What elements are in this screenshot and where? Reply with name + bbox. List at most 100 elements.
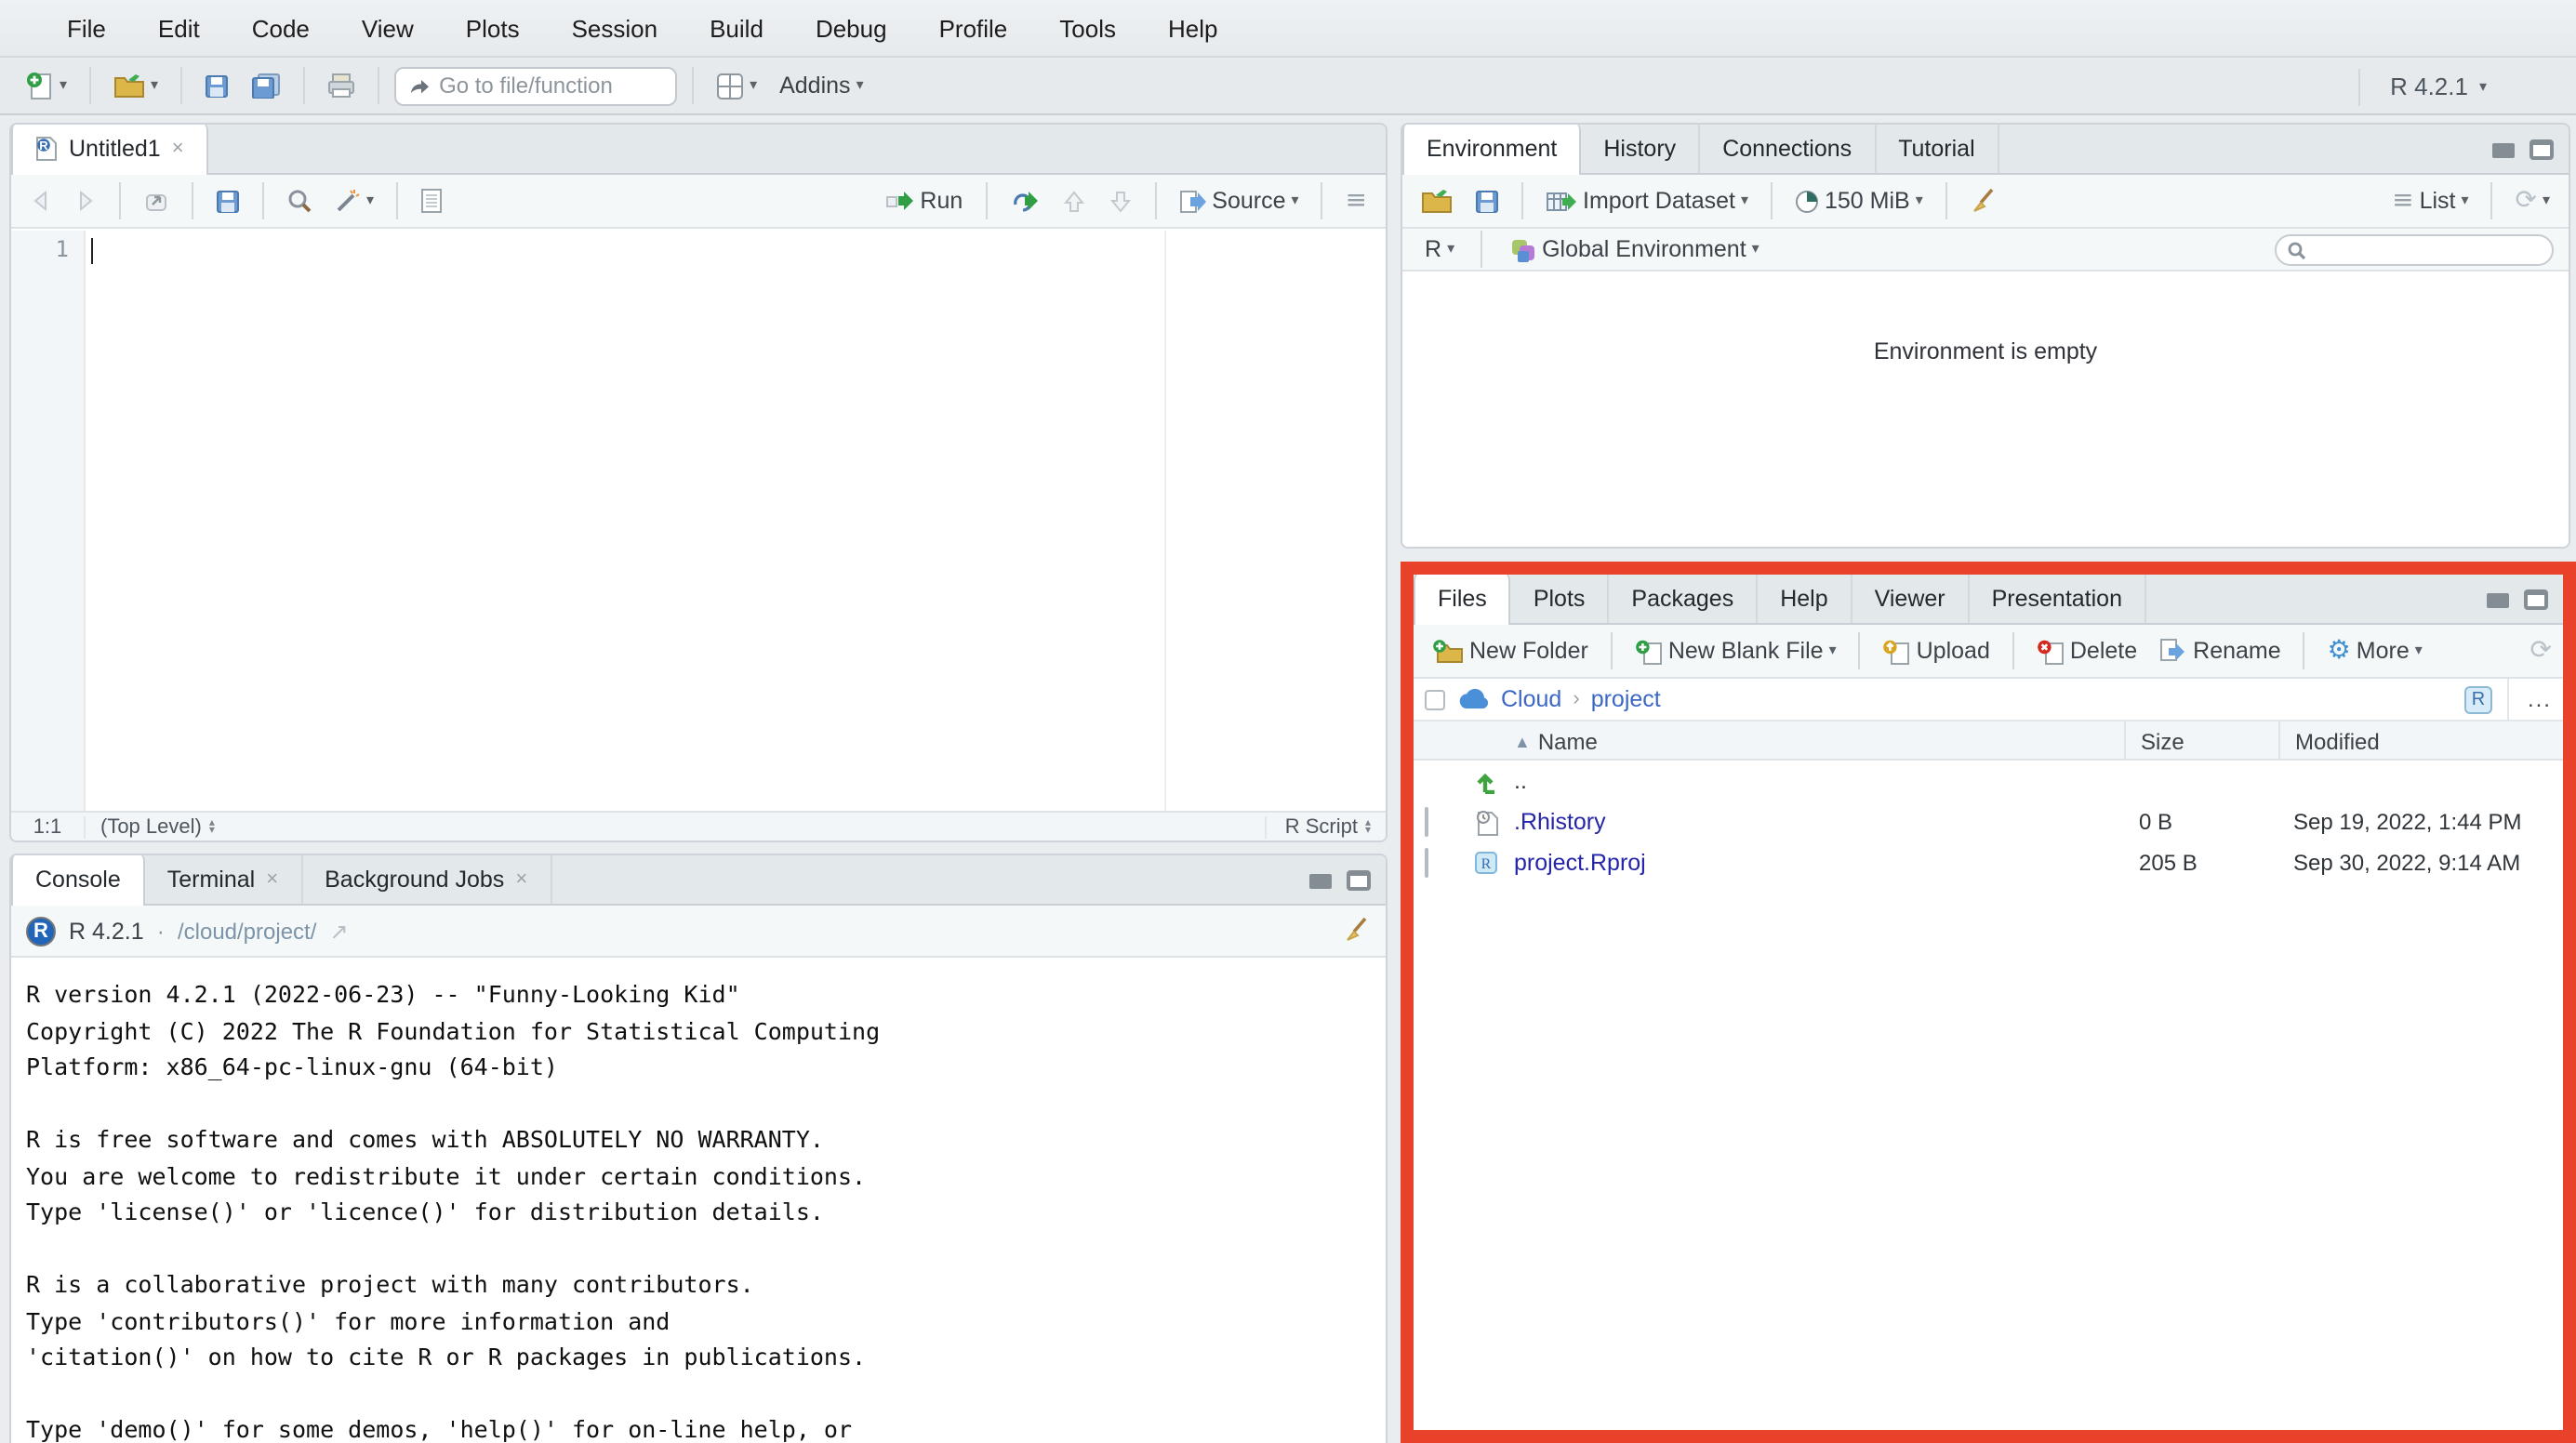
goto-file-search[interactable] — [394, 66, 678, 105]
save-all-button[interactable] — [244, 69, 288, 102]
code-area[interactable] — [86, 231, 1386, 811]
minimize-pane-icon[interactable] — [2492, 148, 2515, 157]
line-number: 1 — [55, 236, 69, 262]
console-output[interactable]: R version 4.2.1 (2022-06-23) -- "Funny-L… — [11, 958, 1386, 1443]
more-button[interactable]: ⚙ More ▾ — [2320, 634, 2430, 668]
language-selector[interactable]: R ▾ — [1417, 232, 1462, 266]
file-row-parent[interactable]: .. — [1414, 761, 2563, 801]
open-file-button[interactable]: ▾ — [106, 69, 166, 102]
menu-view[interactable]: View — [336, 0, 440, 57]
file-link[interactable]: project.Rproj — [1514, 850, 1646, 876]
refresh-environment-button[interactable]: ⟳ ▾ — [2508, 184, 2558, 218]
rerun-button[interactable] — [1002, 186, 1046, 216]
tab-plots[interactable]: Plots — [1511, 575, 1610, 623]
maximize-pane-icon[interactable] — [2524, 589, 2548, 610]
tab-background-jobs[interactable]: Background Jobs × — [302, 855, 552, 904]
new-file-button[interactable]: ▾ — [19, 67, 74, 104]
goto-file-input[interactable] — [439, 73, 644, 99]
tab-files[interactable]: Files — [1414, 575, 1511, 625]
document-outline-button[interactable]: ≡ — [1338, 184, 1374, 218]
rename-button[interactable]: Rename — [2152, 634, 2289, 668]
file-checkbox[interactable] — [1425, 848, 1428, 878]
memory-usage-button[interactable]: 150 MiB ▾ — [1787, 184, 1931, 218]
file-row-rproj[interactable]: R project.Rproj 205 B Sep 30, 2022, 9:14… — [1414, 842, 2563, 883]
menu-build[interactable]: Build — [684, 0, 790, 57]
back-button[interactable] — [22, 186, 60, 216]
file-link[interactable]: .Rhistory — [1514, 809, 1606, 835]
maximize-pane-icon[interactable] — [1347, 870, 1371, 891]
tab-tutorial[interactable]: Tutorial — [1876, 125, 1999, 173]
tab-connections[interactable]: Connections — [1700, 125, 1877, 173]
tab-history[interactable]: History — [1581, 125, 1701, 173]
more-columns-button[interactable]: ... — [2506, 678, 2552, 721]
load-workspace-button[interactable] — [1414, 184, 1460, 218]
code-editor[interactable]: 1 — [11, 231, 1386, 811]
tab-console[interactable]: Console — [11, 855, 145, 906]
source-button[interactable]: Source ▾ — [1171, 184, 1306, 218]
menu-edit[interactable]: Edit — [132, 0, 226, 57]
new-blank-file-button[interactable]: New Blank File ▾ — [1627, 633, 1844, 669]
run-button[interactable]: Run — [877, 184, 970, 218]
tab-viewer[interactable]: Viewer — [1852, 575, 1970, 623]
next-section-button[interactable] — [1100, 185, 1139, 217]
refresh-icon[interactable]: ⟳ — [2530, 638, 2552, 664]
close-icon[interactable]: × — [172, 138, 184, 160]
menu-help[interactable]: Help — [1142, 0, 1244, 57]
delete-button[interactable]: Delete — [2029, 633, 2144, 669]
breadcrumb-root[interactable]: Cloud — [1501, 686, 1561, 712]
r-version-selector[interactable]: R 4.2.1 ▾ — [2358, 58, 2487, 115]
file-type-selector[interactable]: R Script ▴ ▾ — [1264, 815, 1386, 838]
menu-profile[interactable]: Profile — [913, 0, 1034, 57]
tab-help[interactable]: Help — [1758, 575, 1852, 623]
clear-console-icon[interactable] — [1343, 917, 1371, 945]
compile-report-button[interactable] — [413, 184, 450, 218]
new-folder-button[interactable]: New Folder — [1425, 634, 1596, 668]
tab-presentation[interactable]: Presentation — [1970, 575, 2146, 623]
open-directory-icon[interactable]: ↗ — [329, 920, 348, 942]
print-button[interactable] — [320, 69, 363, 102]
menu-code[interactable]: Code — [226, 0, 336, 57]
tab-terminal[interactable]: Terminal × — [145, 855, 303, 904]
file-row-rhistory[interactable]: .Rhistory 0 B Sep 19, 2022, 1:44 PM — [1414, 801, 2563, 842]
minimize-pane-icon[interactable] — [2487, 598, 2509, 607]
menu-tools[interactable]: Tools — [1033, 0, 1142, 57]
global-environment-selector[interactable]: Global Environment ▾ — [1501, 232, 1767, 267]
import-dataset-button[interactable]: Import Dataset ▾ — [1538, 184, 1756, 218]
list-view-button[interactable]: ≡ List ▾ — [2384, 184, 2476, 218]
scope-selector[interactable]: (Top Level) ▴ ▾ — [86, 815, 230, 838]
breadcrumb-current[interactable]: project — [1591, 686, 1661, 712]
prev-section-button[interactable] — [1054, 185, 1093, 217]
forward-button[interactable] — [67, 186, 104, 216]
environment-search[interactable] — [2275, 234, 2569, 266]
find-button[interactable] — [279, 184, 320, 218]
column-header-modified[interactable]: Modified — [2278, 722, 2563, 761]
column-header-size[interactable]: Size — [2124, 722, 2278, 761]
maximize-pane-icon[interactable] — [2530, 139, 2554, 160]
minimize-pane-icon[interactable] — [1309, 879, 1332, 888]
menu-file[interactable]: File — [41, 0, 132, 57]
tab-packages[interactable]: Packages — [1609, 575, 1759, 623]
save-button[interactable] — [197, 70, 236, 101]
save-workspace-button[interactable] — [1467, 185, 1507, 217]
addins-button[interactable]: Addins ▾ — [772, 69, 871, 102]
file-checkbox[interactable] — [1425, 807, 1428, 837]
close-icon[interactable]: × — [266, 867, 278, 890]
select-all-checkbox[interactable] — [1425, 689, 1445, 709]
tab-environment[interactable]: Environment — [1402, 125, 1582, 175]
menu-session[interactable]: Session — [546, 0, 684, 57]
pane-layout-button[interactable]: ▾ — [709, 68, 764, 103]
toolbar-separator — [1610, 632, 1613, 669]
menu-debug[interactable]: Debug — [790, 0, 913, 57]
file-link[interactable]: .. — [1514, 768, 1527, 794]
popout-button[interactable] — [136, 185, 177, 217]
save-source-button[interactable] — [208, 185, 247, 217]
environment-search-input[interactable] — [2314, 239, 2569, 261]
code-tools-button[interactable]: ▾ — [327, 184, 381, 218]
rproj-badge-icon[interactable]: R — [2463, 685, 2492, 713]
column-header-name[interactable]: ▲ Name — [1507, 722, 2124, 761]
tab-untitled1[interactable]: R Untitled1 × — [11, 125, 208, 175]
close-icon[interactable]: × — [515, 867, 527, 890]
clear-workspace-button[interactable] — [1962, 183, 2005, 218]
upload-button[interactable]: Upload — [1876, 633, 1998, 669]
menu-plots[interactable]: Plots — [440, 0, 546, 57]
